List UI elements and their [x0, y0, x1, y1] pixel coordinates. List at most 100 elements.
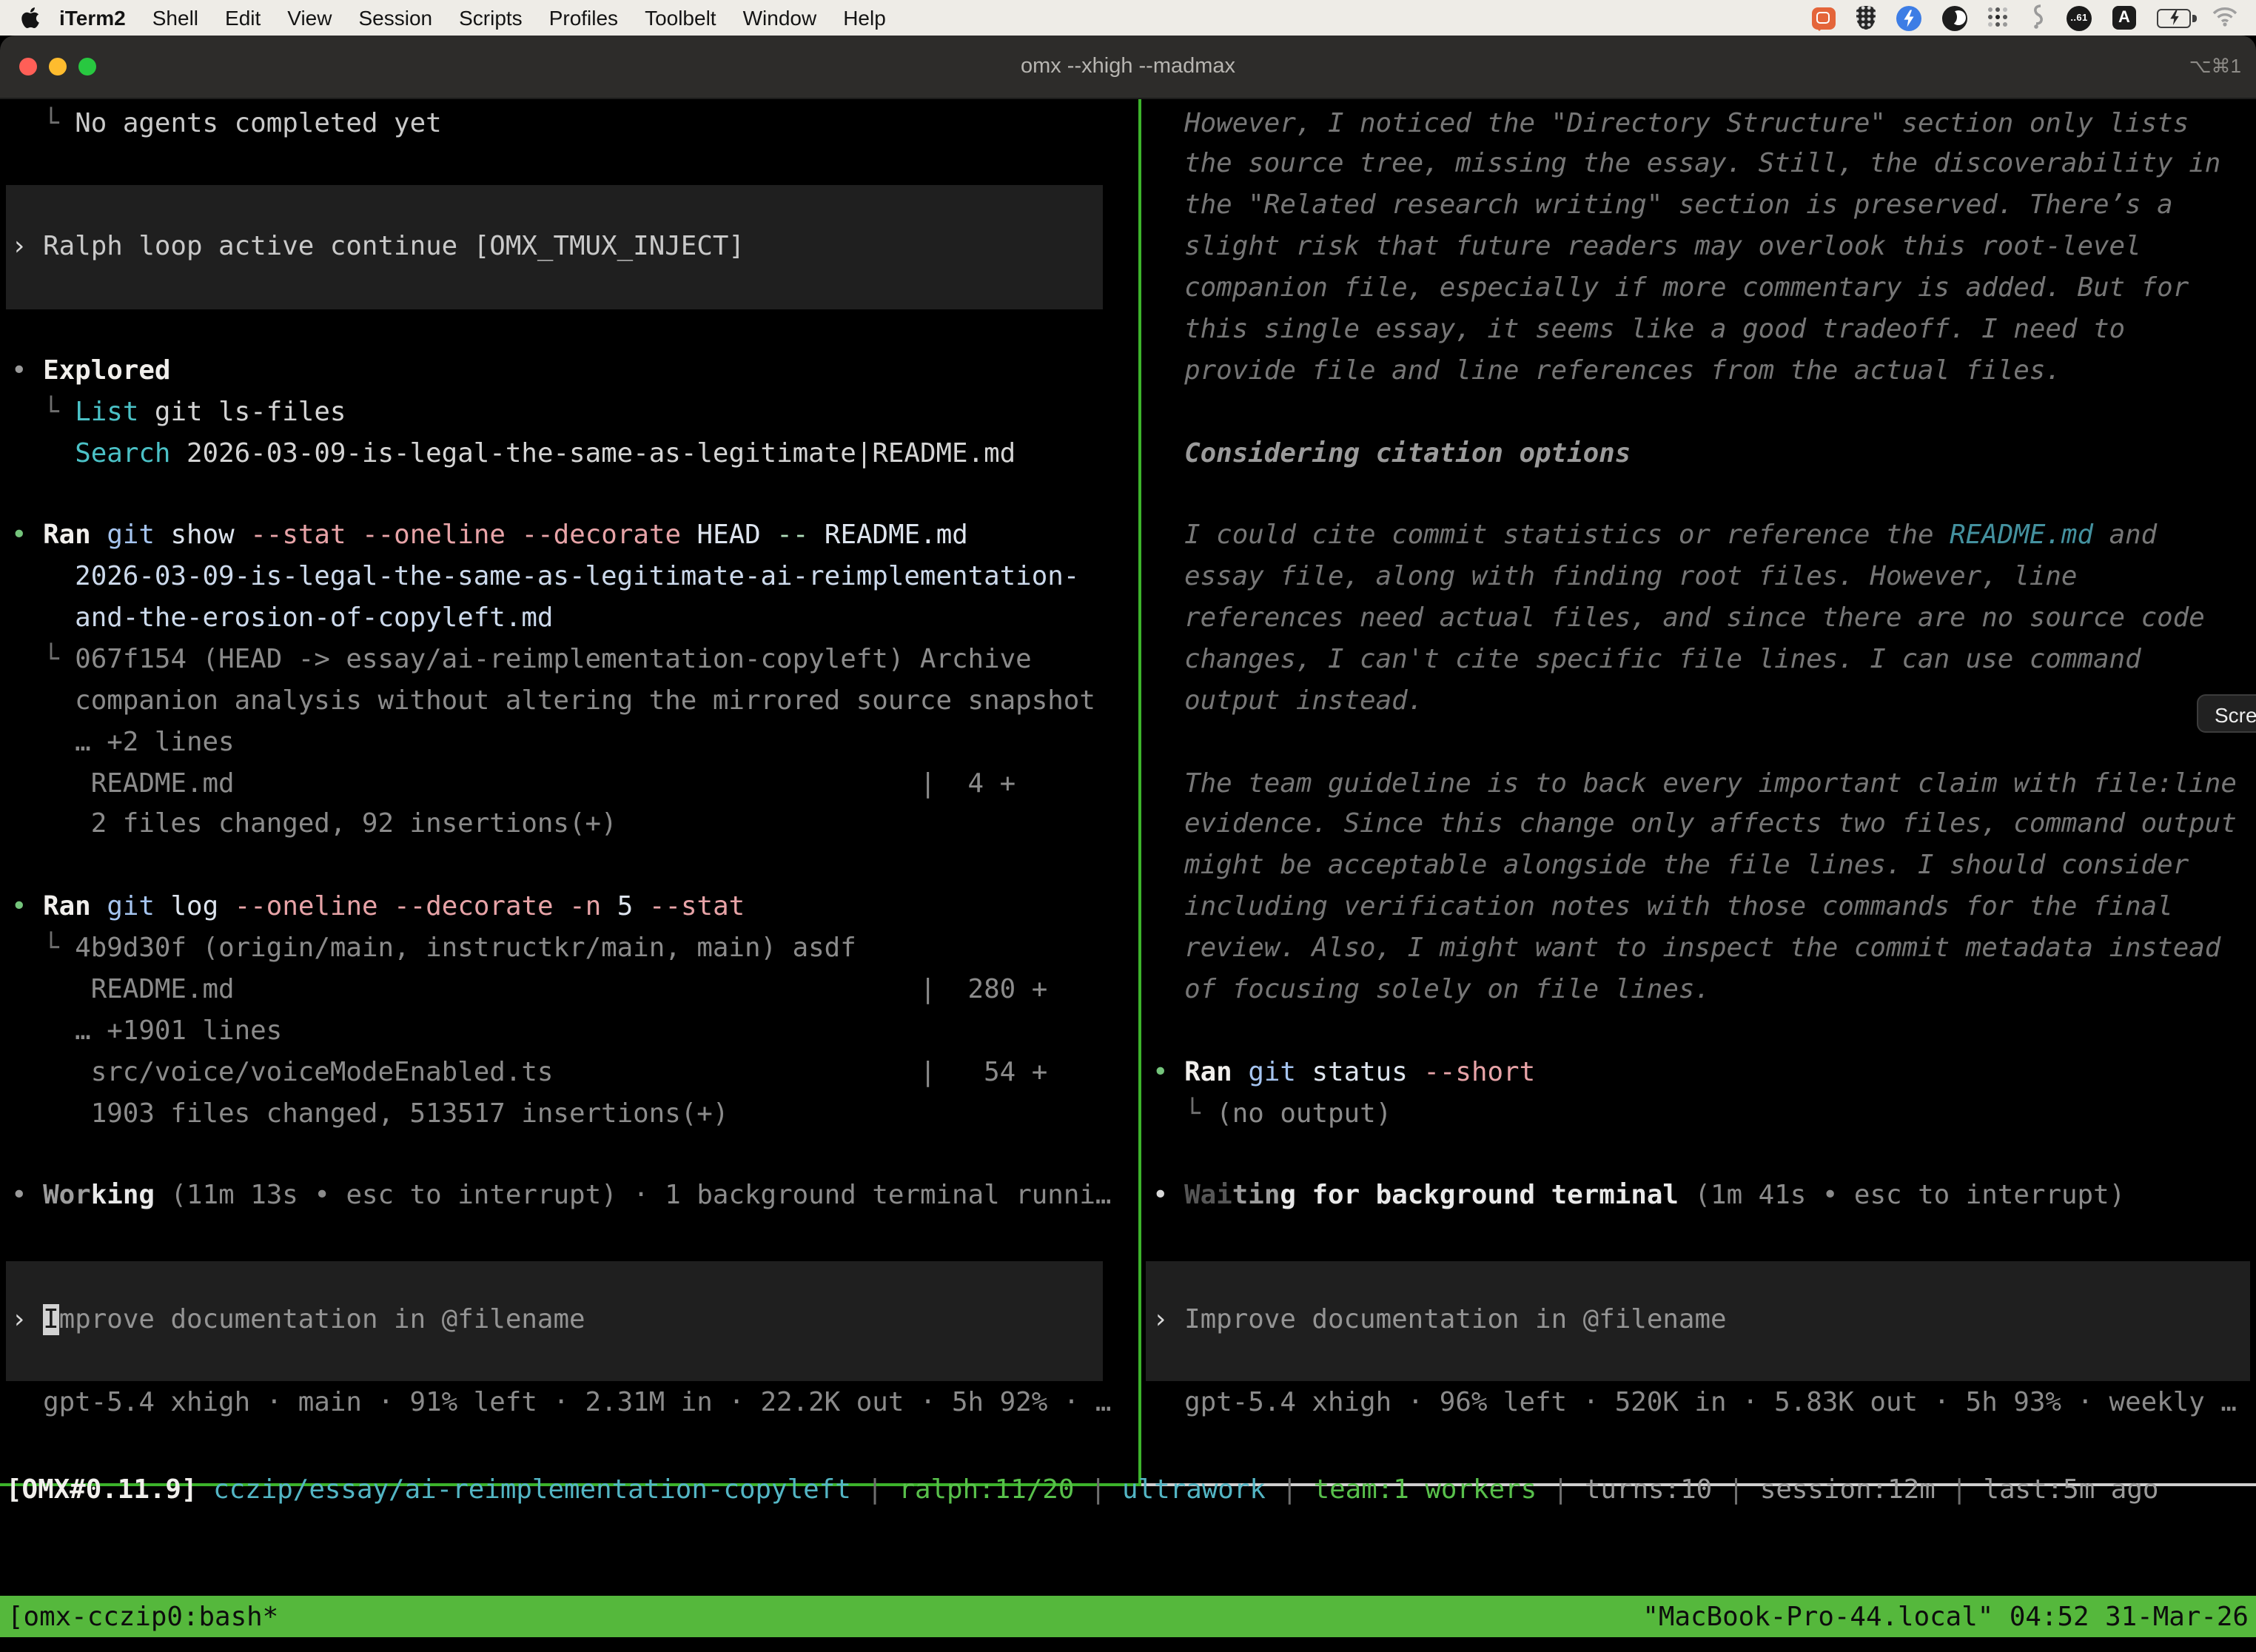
terminal-line: However, I noticed the "Directory Struct…: [1141, 103, 2256, 144]
terminal-line: [0, 1258, 1138, 1300]
terminal-line: └ 4b9d30f (origin/main, instructkr/main,…: [0, 928, 1138, 970]
window-title: omx --xhigh --madmax: [0, 36, 2256, 98]
blue-bolt-icon[interactable]: [1896, 5, 1921, 30]
terminal-line: gpt-5.4 xhigh · main · 91% left · 2.31M …: [0, 1382, 1138, 1423]
menu-item-edit[interactable]: Edit: [212, 6, 274, 30]
terminal-line: [1141, 1258, 2256, 1300]
menu-item-help[interactable]: Help: [830, 6, 899, 30]
tmux-host-time: "MacBook-Pro-44.local" 04:52 31-Mar-26: [1642, 1601, 2249, 1632]
crescent-icon[interactable]: [1942, 5, 1967, 30]
terminal-line: this single essay, it seems like a good …: [1141, 309, 2256, 351]
terminal-line: [0, 309, 1138, 351]
apple-menu-icon[interactable]: [21, 6, 40, 30]
menu-item-iterm2[interactable]: iTerm2: [46, 6, 139, 30]
terminal-line: [0, 1217, 1138, 1258]
right-pane[interactable]: However, I noticed the "Directory Struct…: [1141, 99, 2256, 1483]
wifi-icon[interactable]: [2212, 5, 2238, 30]
right-pane-lines: However, I noticed the "Directory Struct…: [1141, 103, 2256, 1423]
terminal-line: [1141, 1011, 2256, 1052]
window-shortcut-badge: ⌥⌘1: [2189, 36, 2241, 98]
left-pane[interactable]: └ No agents completed yet › Ralph loop ac…: [0, 99, 1138, 1483]
terminal-line: [0, 1341, 1138, 1383]
terminal-line: › Ralph loop active continue [OMX_TMUX_I…: [0, 226, 1138, 268]
tmux-status-bar: [omx-cczip0:bash* "MacBook-Pro-44.local"…: [0, 1596, 2256, 1637]
chat-app-icon[interactable]: [1812, 7, 1836, 29]
terminal-line: • Ran git status --short: [1141, 1052, 2256, 1093]
terminal-line: review. Also, I might want to inspect th…: [1141, 928, 2256, 970]
terminal-line: › Improve documentation in @filename: [0, 1300, 1138, 1341]
terminal-line: [0, 1135, 1138, 1176]
terminal-line: companion file, especially if more comme…: [1141, 268, 2256, 309]
terminal-line: • Explored: [0, 351, 1138, 392]
screen-share-tooltip: Scre: [2197, 694, 2256, 733]
terminal-line: [OMX#0.11.9] cczip/essay/ai-reimplementa…: [0, 1470, 2256, 1511]
screen: iTerm2 ShellEditViewSessionScriptsProfil…: [0, 0, 2256, 1652]
terminal-content: └ No agents completed yet › Ralph loop ac…: [0, 99, 2256, 1652]
terminal-line: Search 2026-03-09-is-legal-the-same-as-l…: [0, 433, 1138, 474]
terminal-window: omx --xhigh --madmax ⌥⌘1 └ No agents com…: [0, 36, 2256, 1652]
squiggle-icon[interactable]: [2030, 2, 2046, 33]
terminal-line: Considering citation options: [1141, 433, 2256, 474]
tmux-window-name[interactable]: [omx-cczip0:bash*: [7, 1601, 278, 1632]
left-pane-lines: └ No agents completed yet › Ralph loop ac…: [0, 103, 1138, 1423]
shield-grid-icon[interactable]: [1856, 6, 1876, 30]
terminal-line: README.md | 280 +: [0, 970, 1138, 1011]
terminal-line: … +2 lines: [0, 722, 1138, 763]
terminal-line: output instead.: [1141, 681, 2256, 722]
terminal-line: └ List git ls-files: [0, 392, 1138, 433]
terminal-line: [0, 186, 1138, 227]
terminal-line: [1141, 1341, 2256, 1383]
terminal-line: › Improve documentation in @filename: [1141, 1300, 2256, 1341]
terminal-line: provide file and line references from th…: [1141, 351, 2256, 392]
menu-item-profiles[interactable]: Profiles: [536, 6, 631, 30]
terminal-line: [1141, 1135, 2256, 1176]
terminal-line: essay file, along with finding root file…: [1141, 557, 2256, 598]
terminal-line: • Ran git show --stat --oneline --decora…: [0, 516, 1138, 557]
terminal-line: src/voice/voiceModeEnabled.ts | 54 +: [0, 1052, 1138, 1093]
terminal-line: └ No agents completed yet: [0, 103, 1138, 144]
menu-item-scripts[interactable]: Scripts: [446, 6, 536, 30]
battery-icon[interactable]: [2157, 8, 2191, 27]
menu-item-toolbelt[interactable]: Toolbelt: [631, 6, 730, 30]
terminal-line: [0, 474, 1138, 516]
terminal-line: gpt-5.4 xhigh · 96% left · 520K in · 5.8…: [1141, 1382, 2256, 1423]
terminal-line: • Working (11m 13s • esc to interrupt) ·…: [0, 1176, 1138, 1218]
terminal-line: slight risk that future readers may over…: [1141, 226, 2256, 268]
terminal-line: [0, 846, 1138, 887]
a-square-icon[interactable]: A: [2112, 6, 2136, 30]
terminal-line: [0, 144, 1138, 186]
terminal-line: and-the-erosion-of-copyleft.md: [0, 598, 1138, 639]
terminal-line: including verification notes with those …: [1141, 887, 2256, 928]
terminal-line: The team guideline is to back every impo…: [1141, 763, 2256, 805]
dots-grid-icon[interactable]: [1988, 7, 2009, 28]
battery-percent-badge-icon[interactable]: ..61: [2067, 5, 2092, 30]
terminal-line: [1141, 1217, 2256, 1258]
menu-item-session[interactable]: Session: [345, 6, 446, 30]
terminal-line: of focusing solely on file lines.: [1141, 970, 2256, 1011]
terminal-line: README.md | 4 +: [0, 763, 1138, 805]
terminal-line: might be acceptable alongside the file l…: [1141, 846, 2256, 887]
terminal-line: 1903 files changed, 513517 insertions(+): [0, 1093, 1138, 1135]
terminal-line: [1141, 722, 2256, 763]
terminal-line: • Ran git log --oneline --decorate -n 5 …: [0, 887, 1138, 928]
menu-item-window[interactable]: Window: [730, 6, 830, 30]
terminal-line: … +1901 lines: [0, 1011, 1138, 1052]
terminal-line: • Waiting for background terminal (1m 41…: [1141, 1176, 2256, 1218]
menu-item-shell[interactable]: Shell: [139, 6, 212, 30]
terminal-line: the "Related research writing" section i…: [1141, 186, 2256, 227]
terminal-line: I could cite commit statistics or refere…: [1141, 516, 2256, 557]
title-bar: omx --xhigh --madmax ⌥⌘1: [0, 36, 2256, 99]
terminal-line: the source tree, missing the essay. Stil…: [1141, 144, 2256, 186]
terminal-line: evidence. Since this change only affects…: [1141, 805, 2256, 846]
terminal-line: companion analysis without altering the …: [0, 681, 1138, 722]
terminal-line: └ 067f154 (HEAD -> essay/ai-reimplementa…: [0, 639, 1138, 681]
menu-items: ShellEditViewSessionScriptsProfilesToolb…: [139, 6, 899, 30]
menu-bar: iTerm2 ShellEditViewSessionScriptsProfil…: [0, 0, 2256, 36]
terminal-line: └ (no output): [1141, 1093, 2256, 1135]
terminal-line: 2 files changed, 92 insertions(+): [0, 805, 1138, 846]
terminal-line: [1141, 392, 2256, 433]
terminal-line: [1141, 474, 2256, 516]
menu-item-view[interactable]: View: [274, 6, 345, 30]
terminal-line: changes, I can't cite specific file line…: [1141, 639, 2256, 681]
terminal-line: references need actual files, and since …: [1141, 598, 2256, 639]
